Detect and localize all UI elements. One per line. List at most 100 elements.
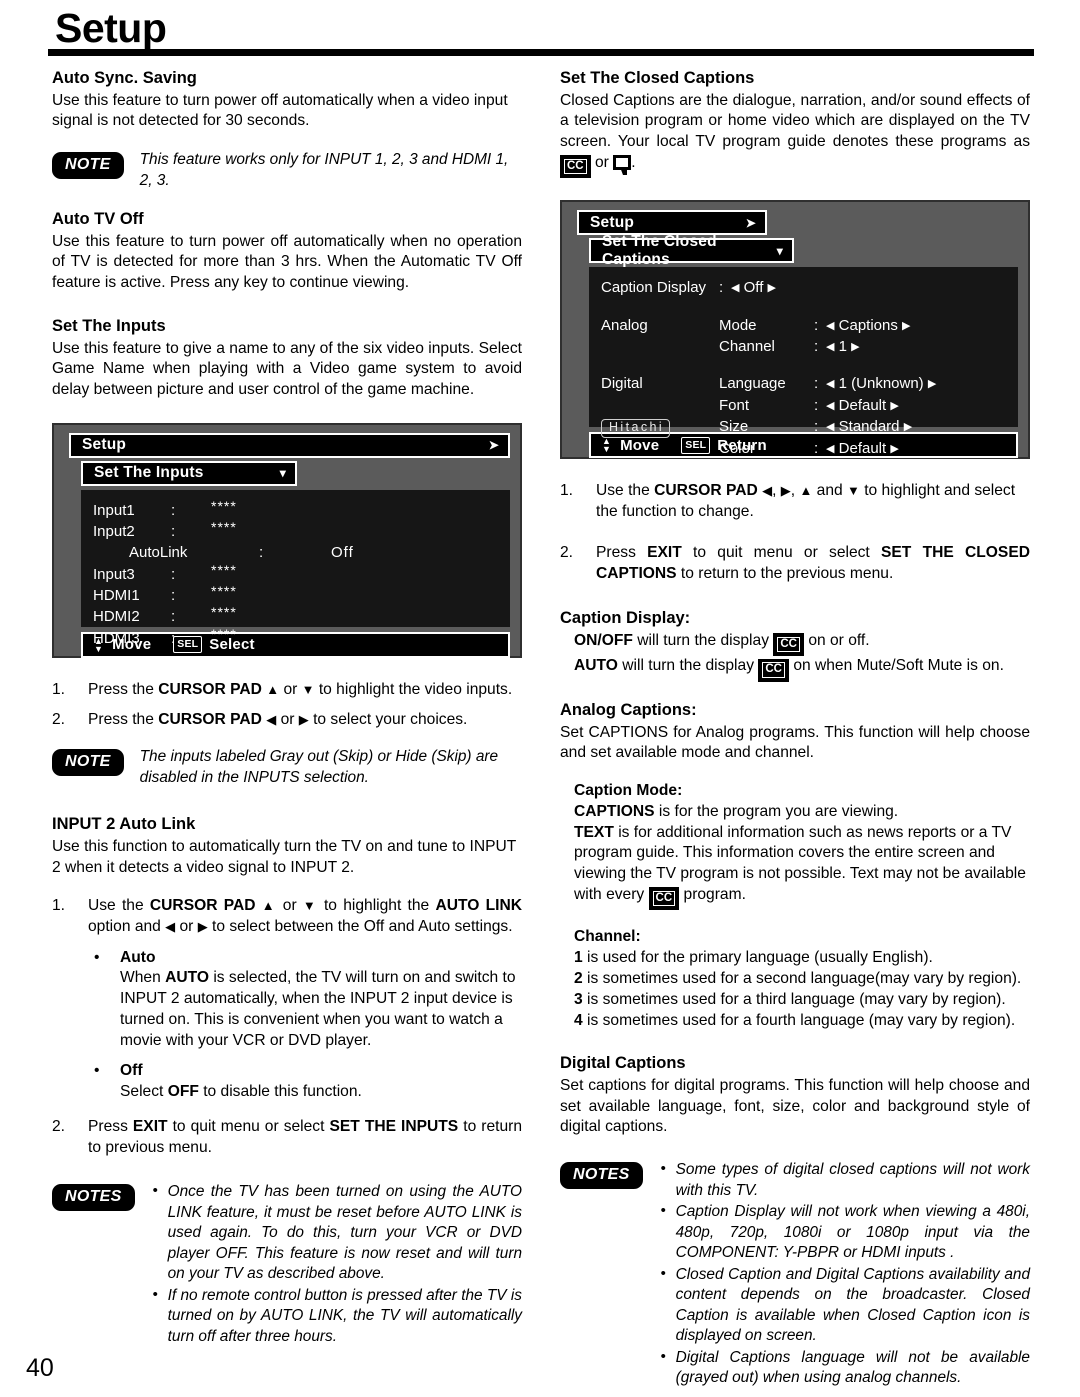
osd-submenu-set-the-closed-captions[interactable]: Set The Closed Captions ▾ — [589, 233, 794, 268]
row-colon: : — [814, 439, 819, 457]
notes-auto-link: NOTES Once the TV has been turned on usi… — [52, 1181, 522, 1348]
row-value: **** — [211, 582, 237, 599]
osd-row-analog-mode[interactable]: Analog Mode : ◀ Captions ▶ — [601, 315, 1006, 336]
right-column: Set The Closed Captions Closed Captions … — [560, 68, 1030, 1390]
page-title: Setup — [55, 5, 167, 51]
arrow-right-icon[interactable]: ▶ — [904, 421, 912, 433]
row-value: **** — [211, 604, 237, 621]
arrow-left-icon[interactable]: ◀ — [826, 378, 834, 390]
note-item: Digital Captions language will not be av… — [659, 1347, 1030, 1389]
label-auto: AUTO — [574, 657, 618, 675]
text-closed-captions-part1: Closed Captions are the dialogue, narrat… — [560, 91, 1030, 151]
arrow-left-icon[interactable]: ◀ — [826, 443, 834, 455]
heading-caption-mode: Caption Mode: — [574, 781, 683, 799]
caption-display-lines: ON/OFF will turn the display CC on or of… — [574, 631, 1030, 682]
row-colon: : — [814, 375, 819, 393]
osd-row-digital-color[interactable]: Color : ◀ Default ▶ — [601, 438, 1006, 459]
cc-icon: CC — [758, 658, 789, 682]
arrow-right-icon[interactable]: ▶ — [851, 341, 859, 353]
text-input2-auto-link: Use this function to automatically turn … — [52, 837, 517, 876]
channel-row-3: 3 is sometimes used for a third language… — [574, 990, 1030, 1011]
osd-title-setup[interactable]: Setup ➤ — [69, 432, 510, 458]
step-text: Press the CURSOR PAD ▲ or ▼ to highlight… — [88, 680, 513, 698]
heading-set-the-inputs: Set The Inputs — [52, 316, 166, 335]
osd-row-analog-channel[interactable]: Channel : ◀ 1 ▶ — [601, 336, 1006, 357]
osd-row-hdmi1[interactable]: HDMI1 : **** — [93, 582, 498, 606]
bullet-auto-text: When AUTO is selected, the TV will turn … — [120, 969, 516, 1049]
channel-row-2: 2 is sometimes used for a second languag… — [574, 969, 1030, 990]
step-number: 2. — [52, 1117, 66, 1135]
row-label: Caption Display — [601, 279, 707, 297]
row-colon: : — [171, 501, 176, 519]
chevron-down-icon: ▾ — [279, 466, 286, 481]
row-value: 1 — [838, 337, 847, 355]
arrow-right-icon[interactable]: ▶ — [890, 443, 898, 455]
bullet-dot-icon: • — [94, 1062, 100, 1080]
osd-row-input3[interactable]: Input3 : **** — [93, 562, 498, 585]
arrow-right-icon[interactable]: ▶ — [890, 400, 898, 412]
osd-row-digital-background[interactable]: Background : ◀ Default ▶ — [601, 459, 1006, 480]
row-label: HDMI1 — [93, 586, 140, 604]
row-label: Input2 — [93, 523, 135, 541]
row-label: AutoLink — [129, 544, 188, 562]
osd-row-digital-size[interactable]: Hitachi Size : ◀ Standard ▶ — [601, 416, 1006, 438]
row-value: Default — [838, 396, 887, 414]
bullet-off-title: Off — [120, 1062, 143, 1080]
osd-title-setup[interactable]: Setup ➤ — [577, 210, 767, 236]
osd-row-digital-language[interactable]: Digital Language : ◀ 1 (Unknown) ▶ — [601, 373, 1006, 394]
arrow-left-icon[interactable]: ◀ — [826, 341, 834, 353]
row-colon: : — [171, 565, 176, 583]
osd-row-hdmi3[interactable]: HDMI3 : **** — [93, 626, 498, 649]
row-colon: : — [259, 544, 264, 562]
page-number: 40 — [26, 1354, 54, 1382]
caption-display-line-onoff: ON/OFF will turn the display CC on or of… — [574, 631, 1030, 657]
channel-row-1: 1 is used for the primary language (usua… — [574, 948, 1030, 969]
channel-text: is used for the primary language (usuall… — [587, 949, 933, 967]
note-item: If no remote control button is pressed a… — [151, 1285, 522, 1347]
channel-text: is sometimes used for a third language (… — [587, 990, 1006, 1008]
arrow-left-icon[interactable]: ◀ — [731, 282, 739, 294]
note-auto-sync: NOTE This feature works only for INPUT 1… — [52, 150, 522, 191]
channel-number: 4 — [574, 1011, 583, 1029]
step-number: 1. — [52, 680, 66, 698]
arrow-right-icon[interactable]: ▶ — [928, 378, 936, 390]
notes-badge: NOTES — [560, 1162, 643, 1190]
text-auto-sync-saving: Use this feature to turn power off autom… — [52, 91, 508, 130]
arrow-right-icon[interactable]: ▶ — [890, 464, 898, 476]
note-badge: NOTE — [52, 749, 124, 777]
osd-row-digital-font[interactable]: Font : ◀ Default ▶ — [601, 395, 1006, 416]
note-badge: NOTE — [52, 152, 124, 180]
row-colon: : — [814, 337, 819, 355]
step-captions-1: 1. Use the CURSOR PAD ◀, ▶, ▲ and ▼ to h… — [560, 481, 1030, 522]
channel-text: is sometimes used for a fourth language … — [587, 1011, 1016, 1029]
hitachi-logo: Hitachi — [601, 418, 671, 438]
arrow-left-icon[interactable]: ◀ — [826, 421, 834, 433]
chevron-down-icon: ▾ — [776, 243, 783, 258]
row-label: Input3 — [93, 565, 135, 583]
osd-row-input2[interactable]: Input2 : **** — [93, 519, 498, 542]
osd-row-autolink[interactable]: AutoLink : Off — [93, 542, 498, 563]
caption-mode-lines: CAPTIONS is for the program you are view… — [574, 802, 1030, 911]
arrow-left-icon[interactable]: ◀ — [826, 320, 834, 332]
group-label-digital: Digital — [601, 375, 643, 393]
row-key: Background — [719, 460, 800, 478]
osd-row-input1[interactable]: Input1 : **** — [93, 498, 498, 521]
arrow-left-icon[interactable]: ◀ — [826, 464, 834, 476]
channel-text: is sometimes used for a second language(… — [587, 970, 1022, 988]
row-value: Default — [838, 439, 887, 457]
step-captions-2: 2. Press EXIT to quit menu or select SET… — [560, 543, 1030, 584]
osd-row-caption-display[interactable]: Caption Display : ◀ Off ▶ — [601, 277, 1006, 298]
osd-submenu-set-the-inputs[interactable]: Set The Inputs ▾ — [81, 460, 297, 486]
arrow-left-icon[interactable]: ◀ — [826, 400, 834, 412]
left-column: Auto Sync. Saving Use this feature to tu… — [52, 68, 522, 1348]
arrow-right-icon[interactable]: ▶ — [902, 320, 910, 332]
note-item: Closed Caption and Digital Captions avai… — [659, 1264, 1030, 1347]
note-inputs-text: The inputs labeled Gray out (Skip) or Hi… — [139, 748, 499, 786]
row-colon: : — [171, 586, 176, 604]
row-colon: : — [814, 396, 819, 414]
osd-row-hdmi2[interactable]: HDMI2 : **** — [93, 604, 498, 627]
text-period: . — [631, 153, 636, 171]
step-text: Press the CURSOR PAD ◀ or ▶ to select yo… — [88, 711, 468, 729]
step-text: Use the CURSOR PAD ▲ or ▼ to highlight t… — [88, 897, 523, 935]
arrow-right-icon[interactable]: ▶ — [768, 282, 776, 294]
